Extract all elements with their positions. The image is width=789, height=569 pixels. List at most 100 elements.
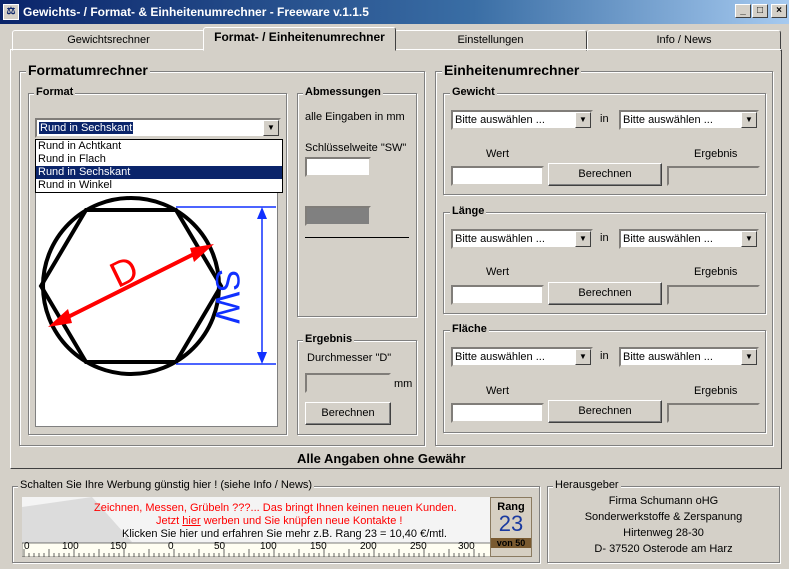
rang-value: 23 — [498, 511, 524, 536]
laenge-ergebnis-output — [667, 285, 760, 305]
round-in-hexagon-diagram: D SW — [38, 196, 276, 376]
ad-line-3[interactable]: Klicken Sie hier und erfahren Sie mehr z… — [122, 528, 447, 540]
chevron-down-icon[interactable]: ▼ — [575, 112, 591, 128]
format-option[interactable]: Rund in Flach — [36, 153, 282, 166]
laenge-wert-input[interactable] — [451, 285, 544, 305]
disclaimer: Alle Angaben ohne Gewähr — [297, 451, 466, 466]
laenge-berechnen-button[interactable]: Berechnen — [548, 282, 662, 305]
ruler-tick-label: 100 — [260, 541, 277, 552]
ad-line-2-post: werben und Sie knüpfen neue Kontakte ! — [200, 515, 403, 527]
ruler-tick-label: 250 — [410, 541, 427, 552]
ergebnis-label: Ergebnis — [303, 333, 355, 345]
window-title: Gewichts- / Format- & Einheitenumrechner… — [23, 5, 369, 19]
gewicht-to-value: Bitte auswählen ... — [623, 114, 713, 126]
flaeche-to-select[interactable]: Bitte auswählen ... ▼ — [619, 347, 759, 367]
disabled-field — [305, 206, 371, 226]
wert-label: Wert — [486, 148, 510, 160]
ad-link-hier[interactable]: hier — [182, 515, 200, 527]
rang-badge: Rang 23 von 50 — [490, 497, 532, 557]
minimize-button[interactable]: _ — [735, 4, 751, 18]
flaeche-from-value: Bitte auswählen ... — [455, 351, 545, 363]
ruler-tick-label: 0 — [168, 541, 174, 552]
maximize-button[interactable]: □ — [752, 4, 768, 18]
chevron-down-icon[interactable]: ▼ — [575, 231, 591, 247]
ruler-tick-labels: 0 100 150 0 50 100 150 200 250 300 — [22, 541, 492, 553]
tab-format-einheitenumrechner[interactable]: Format- / Einheitenumrechner — [203, 27, 396, 51]
flaeche-from-select[interactable]: Bitte auswählen ... ▼ — [451, 347, 593, 367]
title-bar[interactable]: ⚖ Gewichts- / Format- & Einheitenumrechn… — [0, 0, 789, 24]
laenge-from-select[interactable]: Bitte auswählen ... ▼ — [451, 229, 593, 249]
diagram-label-sw: SW — [208, 269, 246, 324]
format-select[interactable]: Rund in Sechskant ▼ — [35, 118, 281, 138]
flaeche-label: Fläche — [450, 323, 489, 335]
diagram-label-d: D — [103, 247, 144, 295]
gewicht-from-value: Bitte auswählen ... — [455, 114, 545, 126]
gewicht-from-select[interactable]: Bitte auswählen ... ▼ — [451, 110, 593, 130]
divider — [305, 237, 409, 238]
herausgeber-line: Firma Schumann oHG — [608, 495, 719, 507]
format-dropdown-list[interactable]: Rund in Achtkant Rund in Flach Rund in S… — [35, 139, 283, 193]
tab-einstellungen[interactable]: Einstellungen — [394, 30, 587, 51]
herausgeber-line: D- 37520 Osterode am Harz — [594, 543, 733, 555]
laenge-from-value: Bitte auswählen ... — [455, 233, 545, 245]
ruler-tick-label: 200 — [360, 541, 377, 552]
chevron-down-icon[interactable]: ▼ — [741, 112, 757, 128]
ruler-tick-label: 100 — [62, 541, 79, 552]
berechnen-button[interactable]: Berechnen — [305, 402, 391, 425]
app-icon[interactable]: ⚖ — [3, 4, 19, 20]
sw-input[interactable] — [305, 157, 371, 177]
chevron-down-icon[interactable]: ▼ — [741, 231, 757, 247]
einheitenumrechner-title: Einheitenumrechner — [442, 62, 582, 78]
ruler-tick-label: 300 — [458, 541, 475, 552]
laenge-to-select[interactable]: Bitte auswählen ... ▼ — [619, 229, 759, 249]
ad-line-1: Zeichnen, Messen, Grübeln ???... Das bri… — [94, 502, 457, 514]
tab-gewichtsrechner[interactable]: Gewichtsrechner — [12, 30, 205, 51]
wert-label: Wert — [486, 385, 510, 397]
format-label: Format — [34, 86, 76, 98]
flaeche-berechnen-button[interactable]: Berechnen — [548, 400, 662, 423]
ergebnis-label: Ergebnis — [694, 266, 738, 278]
ad-banner[interactable]: 0 100 150 0 50 100 150 200 250 300 Zeich… — [22, 497, 532, 557]
gewicht-ergebnis-output — [667, 166, 760, 186]
ruler-tick-label: 0 — [24, 541, 30, 552]
ergebnis-label: Ergebnis — [694, 385, 738, 397]
flaeche-to-value: Bitte auswählen ... — [623, 351, 713, 363]
in-label: in — [600, 113, 609, 125]
chevron-down-icon[interactable]: ▼ — [741, 349, 757, 365]
werbung-label: Schalten Sie Ihre Werbung günstig hier !… — [18, 479, 315, 491]
abmessungen-hint: alle Eingaben in mm — [305, 111, 405, 123]
chevron-down-icon[interactable]: ▼ — [575, 349, 591, 365]
wert-label: Wert — [486, 266, 510, 278]
format-option[interactable]: Rund in Achtkant — [36, 140, 282, 153]
ad-line-2: Jetzt hier werben und Sie knüpfen neue K… — [156, 515, 402, 527]
laenge-to-value: Bitte auswählen ... — [623, 233, 713, 245]
format-diagram: D SW — [35, 192, 278, 427]
abmessungen-group — [297, 93, 417, 317]
tab-info-news[interactable]: Info / News — [587, 30, 781, 51]
rang-of: von 50 — [491, 538, 531, 548]
herausgeber-line: Sonderwerkstoffe & Zerspanung — [584, 511, 743, 523]
gewicht-berechnen-button[interactable]: Berechnen — [548, 163, 662, 186]
gewicht-to-select[interactable]: Bitte auswählen ... ▼ — [619, 110, 759, 130]
ergebnis-label: Ergebnis — [694, 148, 738, 160]
durchmesser-output — [305, 373, 391, 393]
close-button[interactable]: × — [771, 4, 787, 18]
format-option-selected[interactable]: Rund in Sechskant — [36, 166, 282, 179]
format-option[interactable]: Rund in Winkel — [36, 179, 282, 192]
formatumrechner-title: Formatumrechner — [26, 62, 150, 78]
laenge-label: Länge — [450, 205, 487, 217]
in-label: in — [600, 350, 609, 362]
format-select-value: Rund in Sechskant — [39, 122, 134, 134]
flaeche-wert-input[interactable] — [451, 403, 544, 423]
ruler-tick-label: 150 — [310, 541, 327, 552]
gewicht-wert-input[interactable] — [451, 166, 544, 186]
flaeche-ergebnis-output — [667, 403, 760, 423]
gewicht-label: Gewicht — [450, 86, 497, 98]
mm-unit: mm — [394, 378, 413, 390]
sw-label: Schlüsselweite "SW" — [305, 142, 407, 154]
herausgeber-line: Hirtenweg 28-30 — [623, 527, 704, 539]
durchmesser-label: Durchmesser "D" — [307, 352, 392, 364]
ruler-tick-label: 50 — [214, 541, 226, 552]
chevron-down-icon[interactable]: ▼ — [263, 120, 279, 136]
ruler-tick-label: 150 — [110, 541, 127, 552]
